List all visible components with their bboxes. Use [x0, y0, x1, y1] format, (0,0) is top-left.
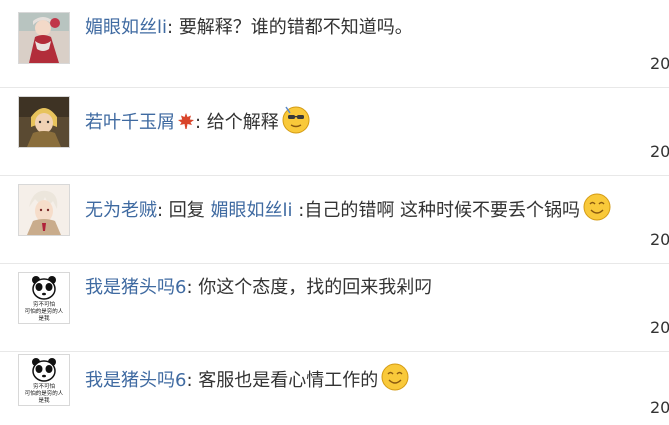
smile-emoji-icon: [380, 362, 410, 399]
separator: :: [186, 277, 199, 298]
username-link[interactable]: 媚眼如丝li: [85, 17, 167, 38]
comment-text: 你这个态度，找的回来我剁叼: [198, 277, 433, 298]
username-link[interactable]: 我是猪头吗6: [85, 370, 186, 391]
avatar-caption: 穷不可怕: [33, 300, 56, 308]
reply-prefix: 回复: [168, 200, 205, 221]
timestamp: 20: [650, 398, 669, 417]
comment-line: 若叶千玉屑: 给个解释: [85, 104, 311, 141]
timestamp: 20: [650, 230, 669, 249]
comment-item: 穷不可怕 可怕的是穷的人 是我 我是猪头吗6: 客服也是看心情工作的 20: [0, 346, 669, 425]
avatar[interactable]: [18, 12, 70, 64]
panda-meme-avatar-image: 穷不可怕 可怕的是穷的人 是我: [19, 355, 69, 405]
username-link[interactable]: 若叶千玉屑: [85, 112, 175, 133]
comment-text: :自己的错啊 这种时候不要丢个锅吗: [292, 200, 581, 221]
separator: :: [186, 370, 199, 391]
comment-line: 媚眼如丝li: 要解释？谁的错都不知道吗。: [85, 16, 413, 40]
avatar-caption: 穷不可怕: [33, 382, 56, 390]
avatar-caption: 可怕的是穷的人: [25, 389, 64, 397]
smile-emoji-icon: [582, 192, 612, 229]
separator: :: [195, 112, 207, 133]
avatar[interactable]: 穷不可怕 可怕的是穷的人 是我: [18, 272, 70, 324]
comment-list: 媚眼如丝li: 要解释？谁的错都不知道吗。 20 若叶千玉屑: 给个解释 20: [0, 0, 669, 425]
comment-item: 穷不可怕 可怕的是穷的人 是我 我是猪头吗6: 你这个态度，找的回来我剁叼 20: [0, 264, 669, 352]
reply-to-username-link[interactable]: 媚眼如丝li: [211, 200, 293, 221]
username-link[interactable]: 我是猪头吗6: [85, 277, 186, 298]
comment-line: 我是猪头吗6: 你这个态度，找的回来我剁叼: [85, 276, 432, 300]
cool-sunglasses-emoji-icon: [281, 104, 311, 141]
avatar[interactable]: 穷不可怕 可怕的是穷的人 是我: [18, 354, 70, 406]
timestamp: 20: [650, 142, 669, 161]
timestamp: 20: [650, 54, 669, 73]
avatar[interactable]: [18, 96, 70, 148]
separator: :: [167, 17, 179, 38]
timestamp: 20: [650, 318, 669, 337]
avatar-caption: 可怕的是穷的人: [25, 307, 64, 315]
comment-item: 若叶千玉屑: 给个解释 20: [0, 88, 669, 176]
doll-avatar-image: [19, 13, 69, 63]
separator: :: [157, 200, 169, 221]
comment-text: 客服也是看心情工作的: [198, 370, 379, 391]
comment-text: 给个解释: [206, 112, 279, 133]
warrior-avatar-image: [19, 97, 69, 147]
avatar-caption: 是我: [38, 314, 50, 322]
comment-item: 无为老贼: 回复 媚眼如丝li :自己的错啊 这种时候不要丢个锅吗 20: [0, 176, 669, 264]
comment-text: 要解释？谁的错都不知道吗。: [178, 17, 413, 38]
comment-line: 我是猪头吗6: 客服也是看心情工作的: [85, 362, 410, 399]
avatar-caption: 是我: [38, 396, 50, 404]
panda-meme-avatar-image: 穷不可怕 可怕的是穷的人 是我: [19, 273, 69, 323]
comment-line: 无为老贼: 回复 媚眼如丝li :自己的错啊 这种时候不要丢个锅吗: [85, 192, 612, 229]
comment-item: 媚眼如丝li: 要解释？谁的错都不知道吗。 20: [0, 0, 669, 88]
username-link[interactable]: 无为老贼: [85, 200, 157, 221]
maple-leaf-icon: [177, 112, 195, 137]
avatar[interactable]: [18, 184, 70, 236]
anime-avatar-image: [19, 185, 69, 235]
